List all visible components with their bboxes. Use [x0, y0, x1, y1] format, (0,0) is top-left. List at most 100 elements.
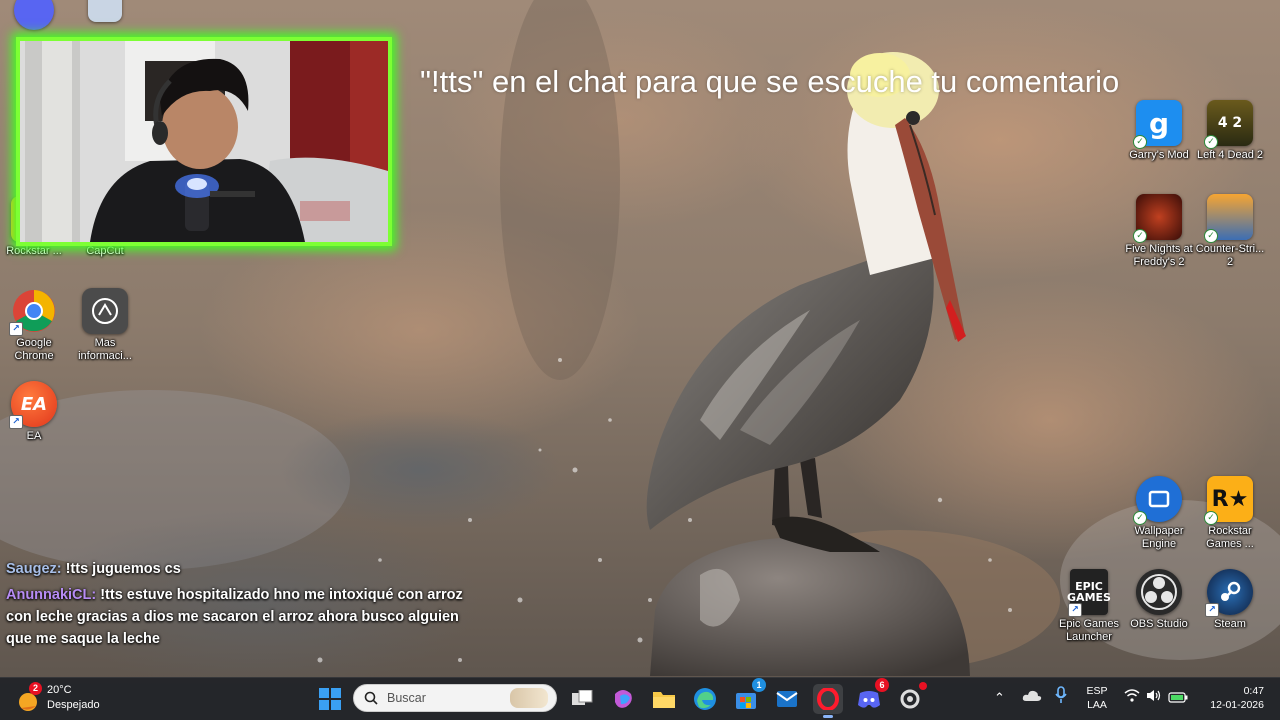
- opera-icon: [817, 688, 839, 710]
- copilot-icon: [615, 690, 632, 708]
- keyboard-layout: LAA: [1087, 699, 1107, 711]
- desktop-icon-steam[interactable]: ↗ Steam: [1193, 569, 1267, 653]
- language-indicator[interactable]: ESP LAA: [1082, 684, 1112, 712]
- webcam-feed: [20, 41, 388, 242]
- edge-icon: [694, 688, 716, 710]
- search-placeholder: Buscar: [387, 691, 426, 705]
- volume-icon[interactable]: [1146, 689, 1162, 707]
- icon-label: Google Chrome: [14, 337, 54, 362]
- chat-message: AnunnakiCL: !tts estuve hospitalizado hno…: [6, 584, 476, 650]
- left4dead2-icon: 4 2 ✓: [1204, 100, 1253, 149]
- stream-chat-overlay: Saugez: !tts juguemos cs AnunnakiCL: !tts …: [6, 558, 476, 654]
- desktop-icon-fnaf2[interactable]: ✓ Five Nights at Freddy's 2: [1122, 194, 1196, 278]
- icon-label: Left 4 Dead 2: [1196, 149, 1264, 161]
- chat-username: AnunnakiCL:: [6, 587, 97, 603]
- search-icon: [364, 691, 378, 705]
- tts-instruction-banner: "!tts" en el chat para que se escuche tu…: [420, 64, 1120, 99]
- weather-badge: 2: [29, 682, 42, 695]
- desktop-icon-wallpaper-engine[interactable]: ✓ Wallpaper Engine: [1122, 476, 1196, 560]
- taskbar-copilot[interactable]: [608, 684, 638, 714]
- task-view-icon: [572, 690, 593, 705]
- desktop-icon-counter-strike[interactable]: ✓ Counter-Stri... 2: [1193, 194, 1267, 278]
- icon-label: Rockstar ...: [6, 245, 62, 257]
- desktop-icon-discord[interactable]: [0, 0, 71, 30]
- taskbar-edge[interactable]: [690, 684, 720, 714]
- steam-icon: ↗: [1205, 569, 1253, 617]
- icon-label: Epic Games Launcher: [1059, 618, 1119, 643]
- desktop-icon-epic-games[interactable]: EPIC GAMES ↗ Epic Games Launcher: [1052, 569, 1126, 653]
- obs-icon: [1136, 569, 1182, 615]
- app-icon: [88, 0, 122, 22]
- epic-games-icon: EPIC GAMES ↗: [1067, 569, 1111, 617]
- shortcut-arrow-icon: ↗: [1205, 603, 1219, 617]
- synced-check-icon: ✓: [1133, 229, 1147, 243]
- battery-icon[interactable]: [1168, 690, 1188, 708]
- taskbar-store[interactable]: 1: [731, 678, 766, 714]
- clock-time: 0:47: [1243, 685, 1264, 697]
- start-button[interactable]: [315, 684, 345, 714]
- microphone-icon[interactable]: [1055, 686, 1067, 709]
- taskbar-discord[interactable]: 6: [854, 678, 889, 714]
- clock-date: 12-01-2026: [1210, 699, 1264, 711]
- weather-temp: 20°C: [47, 684, 72, 696]
- info-settings-icon: [82, 288, 128, 334]
- synced-check-icon: ✓: [1133, 511, 1147, 525]
- windows-logo-icon: [319, 688, 341, 710]
- icon-label: CapCut: [86, 245, 124, 257]
- wallpaper-engine-icon: ✓: [1133, 476, 1182, 525]
- language-code: ESP: [1086, 685, 1108, 697]
- desktop-icon-left4dead2[interactable]: 4 2 ✓ Left 4 Dead 2: [1193, 100, 1267, 184]
- discord-icon: [858, 691, 880, 708]
- weather-widget[interactable]: 2 20°C Despejado: [16, 682, 126, 715]
- weather-desc: Despejado: [47, 699, 100, 711]
- outlook-icon: [776, 691, 798, 707]
- synced-check-icon: ✓: [1204, 511, 1218, 525]
- icon-label: Five Nights at Freddy's 2: [1125, 243, 1193, 268]
- icon-label: Wallpaper Engine: [1134, 525, 1184, 550]
- desktop-icon-garrys-mod[interactable]: g ✓ Garry's Mod: [1122, 100, 1196, 184]
- desktop-icon-obs[interactable]: OBS Studio: [1122, 569, 1196, 653]
- chrome-icon: ↗: [9, 288, 57, 336]
- chat-message: Saugez: !tts juguemos cs: [6, 558, 476, 580]
- chat-username: Saugez:: [6, 561, 62, 577]
- icon-label: Steam: [1214, 618, 1246, 630]
- synced-check-icon: ✓: [1204, 229, 1218, 243]
- taskbar-opera[interactable]: [813, 684, 843, 718]
- shortcut-arrow-icon: ↗: [1068, 603, 1082, 617]
- icon-label: Garry's Mod: [1129, 149, 1189, 161]
- clock[interactable]: 0:47 12-01-2026: [1200, 684, 1278, 712]
- recording-dot: [919, 682, 927, 690]
- desktop-icon-ea[interactable]: EA ↗ EA: [0, 381, 71, 465]
- icon-label: Counter-Stri... 2: [1195, 243, 1265, 268]
- icon-label: EA: [26, 430, 42, 442]
- discord-badge: 6: [875, 678, 889, 692]
- icon-label: Rockstar Games ...: [1206, 525, 1254, 550]
- store-icon: [736, 693, 756, 709]
- taskbar-file-explorer[interactable]: [649, 684, 679, 714]
- discord-icon: [14, 0, 54, 30]
- tray-overflow-chevron-icon[interactable]: ⌃: [994, 690, 1005, 706]
- wifi-icon[interactable]: [1124, 689, 1140, 707]
- desktop-icon-unknown-top[interactable]: [68, 0, 142, 30]
- onedrive-cloud-icon[interactable]: [1022, 688, 1042, 707]
- rockstar-games-icon: R★ ✓: [1204, 476, 1253, 525]
- garrys-mod-icon: g ✓: [1133, 100, 1182, 149]
- ea-icon: EA ↗: [9, 381, 57, 429]
- taskbar-app-extra[interactable]: [895, 682, 927, 714]
- webcam-overlay: [16, 37, 392, 246]
- taskbar-task-view[interactable]: [567, 684, 597, 714]
- folder-icon: [653, 692, 675, 708]
- taskbar-search[interactable]: Buscar: [353, 684, 557, 712]
- desktop-icon-rockstar-games[interactable]: R★ ✓ Rockstar Games ...: [1193, 476, 1267, 560]
- fnaf2-icon: ✓: [1133, 194, 1182, 243]
- desktop-icon-chrome[interactable]: ↗ Google Chrome: [0, 288, 71, 372]
- synced-check-icon: ✓: [1204, 135, 1218, 149]
- shortcut-arrow-icon: ↗: [9, 322, 23, 336]
- settings-gear-icon: [900, 689, 920, 709]
- counter-strike-icon: ✓: [1204, 194, 1253, 243]
- taskbar-mail[interactable]: [772, 684, 802, 714]
- icon-label: Mas informaci...: [78, 337, 132, 362]
- icon-label: OBS Studio: [1130, 618, 1188, 630]
- active-indicator: [823, 715, 833, 718]
- desktop-icon-more-info[interactable]: Mas informaci...: [68, 288, 142, 372]
